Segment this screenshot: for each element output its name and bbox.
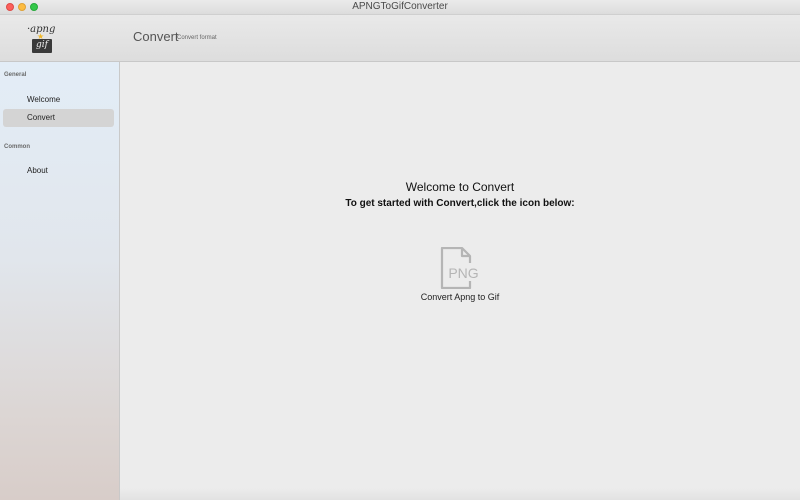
app-window: APNGToGifConverter ·apng ★ gif Convert C… [0, 0, 800, 500]
sidebar-item-about[interactable]: About [3, 162, 114, 180]
app-logo: ·apng ★ gif [27, 24, 57, 60]
sidebar-section-general: General [4, 72, 27, 78]
convert-apng-to-gif-label: Convert Apng to Gif [420, 292, 500, 302]
window-title: APNGToGifConverter [352, 1, 448, 12]
bottom-bar [120, 488, 800, 500]
png-file-icon[interactable]: PNG [440, 247, 480, 289]
sidebar: General Welcome Convert Common About [0, 62, 120, 500]
convert-apng-to-gif-button[interactable]: PNG Convert Apng to Gif [410, 244, 510, 304]
sidebar-item-label: Convert [27, 113, 56, 122]
sidebar-item-convert[interactable]: Convert [3, 109, 114, 127]
title-bar[interactable]: APNGToGifConverter [0, 0, 800, 15]
sidebar-item-welcome[interactable]: Welcome [3, 91, 114, 109]
sidebar-item-label: About [27, 166, 48, 175]
logo-gif-text: gif [36, 40, 48, 50]
logo-gif-box: gif [32, 39, 52, 53]
toolbar-header: ·apng ★ gif Convert Convert format [0, 15, 800, 62]
page-subtitle: Convert format [177, 35, 217, 41]
sidebar-section-common: Common [4, 144, 30, 150]
png-icon-text: PNG [448, 265, 478, 281]
sidebar-item-label: Welcome [27, 95, 61, 104]
welcome-instructions: To get started with Convert,click the ic… [345, 198, 575, 209]
main-content: Welcome to Convert To get started with C… [120, 62, 800, 500]
welcome-title: Welcome to Convert [405, 180, 515, 194]
page-title: Convert [133, 29, 179, 44]
